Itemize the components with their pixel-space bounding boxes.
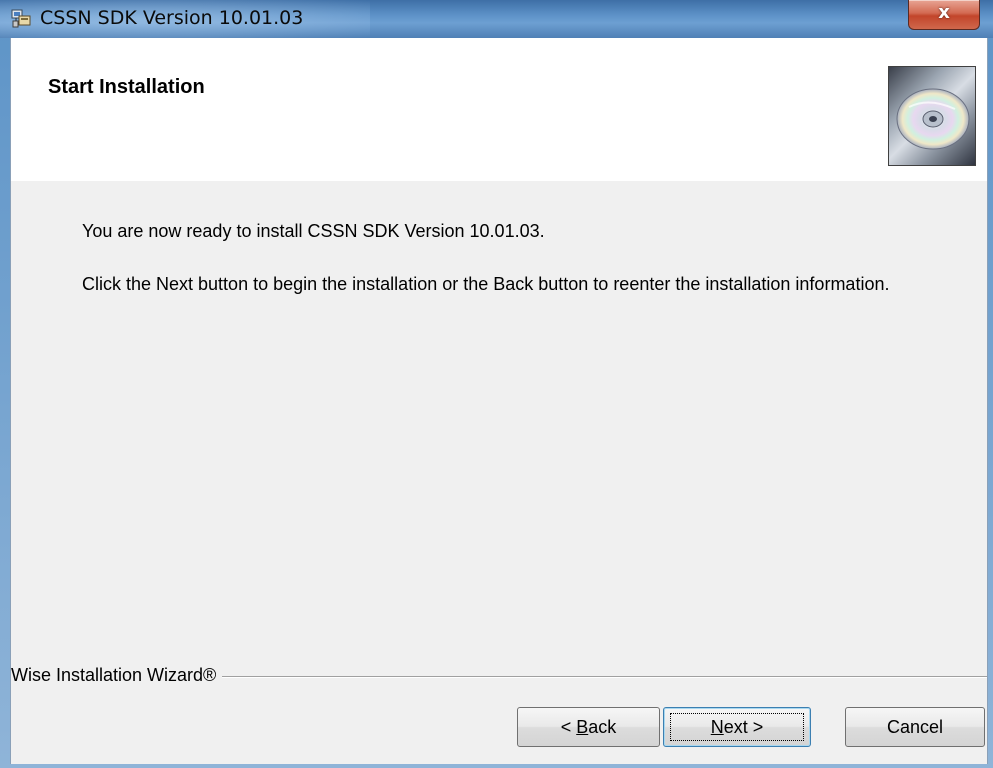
back-button-mnemonic: B	[576, 717, 589, 737]
close-icon: x	[938, 2, 950, 23]
brand-separator: Wise Installation Wizard®	[11, 665, 987, 689]
header-panel: Start Installation	[11, 38, 987, 181]
back-button-prefix: <	[560, 717, 577, 737]
next-button[interactable]: Next >	[663, 707, 811, 747]
cancel-button[interactable]: Cancel	[845, 707, 985, 747]
window-title: CSSN SDK Version 10.01.03	[40, 7, 304, 29]
installer-app-icon[interactable]	[10, 7, 32, 29]
next-button-label: Next >	[711, 717, 764, 737]
close-button[interactable]: x	[908, 0, 980, 30]
brand-label: Wise Installation Wizard®	[11, 665, 223, 686]
back-button[interactable]: < Back	[517, 707, 660, 747]
wizard-client-area: Start Installation You are now ready to …	[10, 38, 988, 764]
page-title: Start Installation	[48, 76, 205, 98]
back-button-suffix: ack	[588, 717, 617, 737]
next-button-suffix: ext >	[723, 717, 764, 737]
instruction-message: Click the Next button to begin the insta…	[82, 274, 890, 294]
installer-window: CSSN SDK Version 10.01.03 x Start Instal…	[0, 0, 993, 768]
cd-disc-icon	[888, 66, 976, 166]
title-bar[interactable]: CSSN SDK Version 10.01.03 x	[0, 0, 993, 38]
ready-message: You are now ready to install CSSN SDK Ve…	[82, 221, 545, 241]
next-button-mnemonic: N	[710, 717, 724, 737]
